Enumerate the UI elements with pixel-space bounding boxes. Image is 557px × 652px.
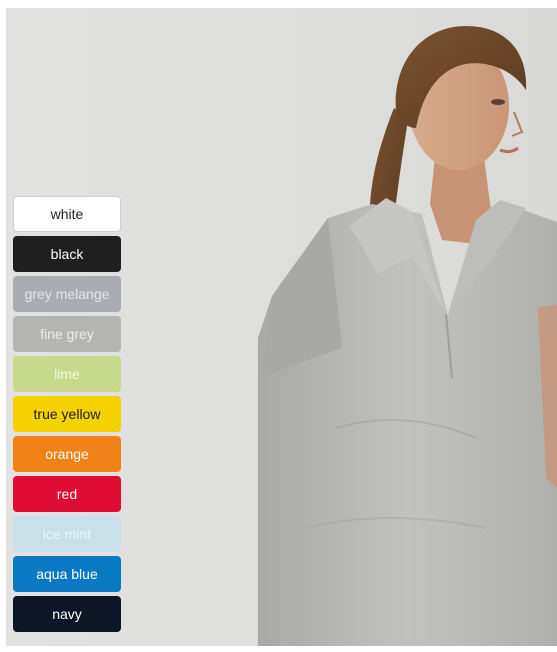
swatch-grey-melange[interactable]: grey melange [13,276,121,312]
swatch-white[interactable]: white [13,196,121,232]
color-swatch-list: white black grey melange fine grey lime … [13,196,121,632]
swatch-black[interactable]: black [13,236,121,272]
swatch-navy[interactable]: navy [13,596,121,632]
swatch-aqua-blue[interactable]: aqua blue [13,556,121,592]
swatch-ice-mint[interactable]: ice mint [13,516,121,552]
product-image-frame: white black grey melange fine grey lime … [6,8,557,646]
swatch-lime[interactable]: lime [13,356,121,392]
swatch-orange[interactable]: orange [13,436,121,472]
swatch-true-yellow[interactable]: true yellow [13,396,121,432]
swatch-red[interactable]: red [13,476,121,512]
swatch-fine-grey[interactable]: fine grey [13,316,121,352]
